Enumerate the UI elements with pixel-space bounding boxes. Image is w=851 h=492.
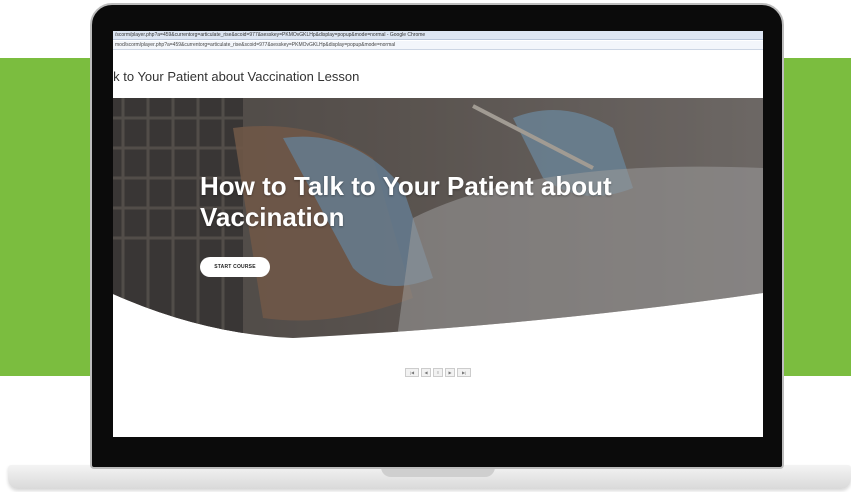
hero-banner: How to Talk to Your Patient about Vaccin…	[113, 98, 763, 368]
laptop-screen: /scorm/player.php?a=459&currentorg=artic…	[113, 31, 763, 437]
lesson-title: alk to Your Patient about Vaccination Le…	[113, 69, 360, 84]
player-controls: |◀ ◀ ≡ ▶ ▶|	[405, 368, 471, 377]
course-title: How to Talk to Your Patient about Vaccin…	[200, 171, 612, 232]
first-icon[interactable]: |◀	[405, 368, 419, 377]
browser-address-bar[interactable]: mod/scorm/player.php?a=459&currentorg=ar…	[113, 41, 763, 50]
menu-icon[interactable]: ≡	[433, 368, 443, 377]
hero-photo	[113, 98, 763, 338]
next-icon[interactable]: ▶	[445, 368, 455, 377]
last-icon[interactable]: ▶|	[457, 368, 471, 377]
start-course-button[interactable]: START COURSE	[200, 257, 270, 277]
browser-title-bar: /scorm/player.php?a=459&currentorg=artic…	[113, 31, 763, 40]
prev-icon[interactable]: ◀	[421, 368, 431, 377]
